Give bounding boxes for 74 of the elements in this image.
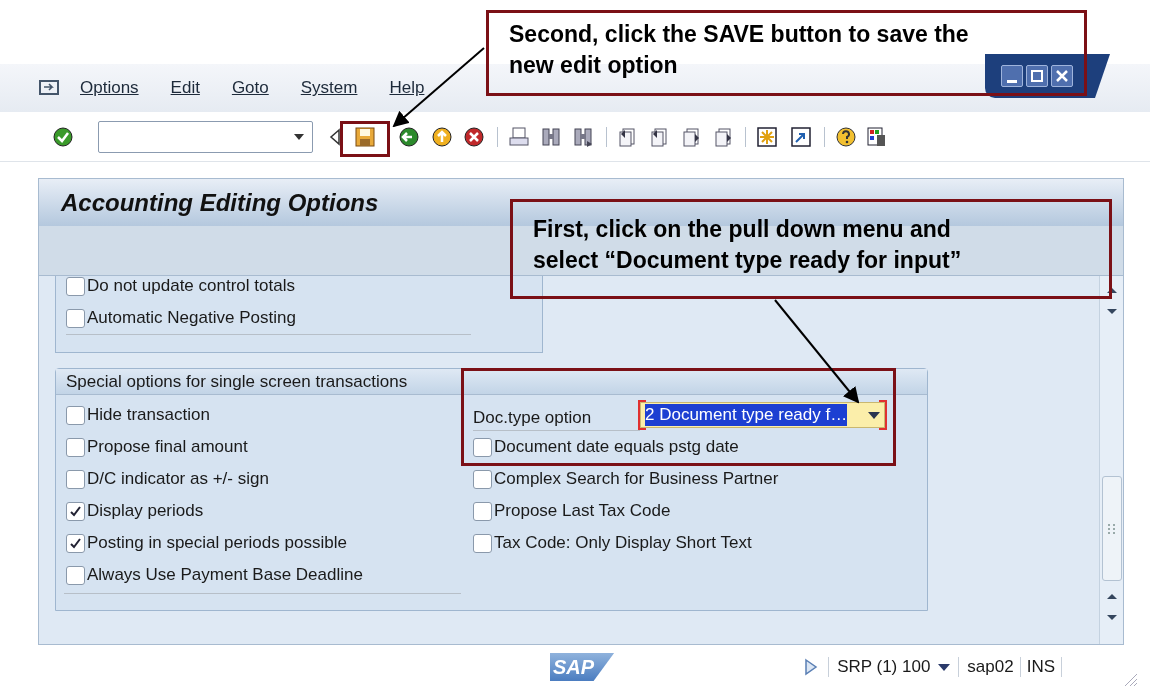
checkbox[interactable]	[66, 437, 85, 457]
checkbox[interactable]	[66, 501, 85, 521]
menu-item[interactable]: Edit	[170, 75, 200, 101]
system-info: SRP (1) 100	[837, 656, 931, 679]
menu-item[interactable]: Help	[389, 75, 425, 101]
checkmark-icon	[69, 536, 82, 550]
minimize-button[interactable]	[1001, 65, 1023, 87]
dropdown-field[interactable]: 2 Document type ready f…	[640, 402, 885, 428]
server-name: sap02	[967, 656, 1014, 679]
checkbox-label: Propose Last Tax Code	[494, 500, 671, 523]
checkbox-label: Document date equals pstg date	[494, 436, 739, 459]
check-icon[interactable]	[52, 125, 74, 148]
checkbox-label: Tax Code: Only Display Short Text	[494, 532, 752, 555]
checkbox-label: Propose final amount	[87, 436, 248, 459]
menu-item[interactable]: Options	[80, 75, 139, 101]
checkbox[interactable]	[66, 469, 85, 489]
layout-icon[interactable]	[865, 125, 887, 148]
highlight-frame	[340, 121, 390, 157]
help-icon[interactable]	[835, 125, 857, 148]
scroll-up-icon[interactable]	[1105, 286, 1118, 294]
checkbox[interactable]	[473, 469, 492, 489]
checkbox-label: D/C indicator as +/- sign	[87, 468, 269, 491]
checkbox[interactable]	[66, 405, 85, 425]
command-field[interactable]	[98, 120, 313, 153]
save-icon[interactable]	[355, 125, 375, 148]
exit-icon[interactable]	[431, 125, 453, 148]
sap-logo: SAP	[550, 653, 615, 681]
checkbox-label: Do not update control totals	[87, 275, 295, 298]
checkbox[interactable]	[473, 533, 492, 553]
expand-icon[interactable]	[804, 658, 819, 676]
callout-text: Second, click the SAVE button to save the new edit option	[509, 20, 970, 80]
scrollbar[interactable]	[1099, 276, 1123, 644]
checkmark-icon	[69, 504, 82, 518]
close-button[interactable]	[1051, 65, 1073, 87]
caret-icon	[294, 133, 304, 140]
checkbox-label: Automatic Negative Posting	[87, 307, 296, 330]
checkbox-label: Display periods	[87, 500, 204, 523]
maximize-button[interactable]	[1026, 65, 1048, 87]
collapse-icon[interactable]	[329, 126, 341, 147]
menu-item[interactable]: Goto	[231, 75, 269, 101]
checkbox-label: Hide transaction	[87, 404, 210, 427]
new-session-icon[interactable]	[756, 125, 778, 148]
resize-grip-icon[interactable]	[1122, 671, 1138, 687]
minimize-icon	[1007, 80, 1017, 83]
input-mode: INS	[1026, 656, 1056, 679]
checkbox[interactable]	[473, 501, 492, 521]
checkbox[interactable]	[66, 565, 85, 585]
grip-icon	[1107, 523, 1116, 534]
scroll-down-icon[interactable]	[1105, 614, 1118, 622]
checkbox-label: Complex Search for Business Partner	[494, 468, 779, 491]
checkbox[interactable]	[473, 437, 492, 457]
menu-item[interactable]: System	[300, 75, 358, 101]
callout-text: First, click on the pull down menu and select “Document type ready for input”	[533, 215, 963, 275]
scroll-up-icon[interactable]	[1105, 592, 1118, 600]
print-icon[interactable]	[508, 125, 530, 148]
checkbox[interactable]	[66, 276, 85, 296]
checkbox[interactable]	[66, 308, 85, 328]
scroll-down-icon[interactable]	[1105, 308, 1118, 316]
checkbox-label: Posting in special periods possible	[87, 532, 347, 555]
checkbox-label: Always Use Payment Base Deadline	[87, 564, 363, 587]
cancel-icon[interactable]	[463, 125, 485, 148]
menu-icon[interactable]	[38, 79, 60, 97]
find-icon[interactable]	[540, 125, 562, 148]
back-icon[interactable]	[398, 125, 420, 148]
find-next-icon[interactable]	[572, 125, 594, 148]
caret-icon[interactable]	[938, 663, 951, 671]
checkbox[interactable]	[66, 533, 85, 553]
shortcut-icon[interactable]	[790, 125, 812, 148]
maximize-icon	[1031, 70, 1043, 82]
scroll-thumb[interactable]	[1101, 476, 1122, 581]
close-icon	[1055, 69, 1069, 83]
caret-icon	[868, 411, 880, 419]
screen-title: Accounting Editing Options	[61, 187, 379, 218]
group-title: Special options for single screen transactions	[66, 370, 408, 393]
